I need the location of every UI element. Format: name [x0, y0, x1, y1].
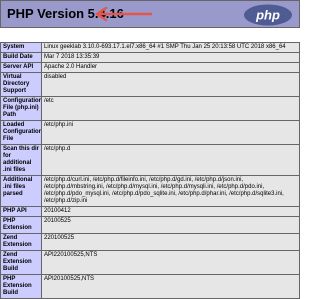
row-value: 20100412	[41, 206, 300, 217]
php-logo-text: php	[255, 8, 280, 23]
row-key: PHP API	[0, 206, 42, 217]
table-row: Zend Extension Build API220100525,NTS	[0, 250, 300, 275]
row-value: 20100525	[41, 216, 300, 234]
table-row: Server API Apache 2.0 Handler	[0, 62, 300, 73]
table-row: PHP Extension 20100525	[0, 216, 300, 234]
row-key: Zend Extension	[0, 233, 42, 251]
table-row: Additional .ini files parsed/etc/php.d/c…	[0, 175, 300, 207]
row-value: /etc/php.ini	[41, 120, 300, 145]
table-row: Zend Extension 220100525	[0, 233, 300, 251]
row-key: Zend Extension Build	[0, 250, 42, 275]
row-value: /etc	[41, 96, 300, 121]
row-value: Apache 2.0 Handler	[41, 62, 300, 73]
table-row: PHP Extension Build API20100525,NTS	[0, 274, 300, 299]
table-row: Configuration File (php.ini) Path/etc	[0, 96, 300, 121]
row-key: Build Date	[0, 52, 42, 63]
row-value: Linux geeklab 3.10.0-693.17.1.el7.x86_64…	[41, 42, 300, 53]
table-row: Virtual Directory Support disabled	[0, 72, 300, 97]
row-value: Mar 7 2018 13:35:39	[41, 52, 300, 63]
left-arrow-icon	[95, 7, 153, 21]
row-value: 220100525	[41, 233, 300, 251]
table-row: Build Date Mar 7 2018 13:35:39	[0, 52, 300, 63]
row-value: /etc/php.d/curl.ini, /etc/php.d/fileinfo…	[41, 175, 300, 207]
row-key: Scan this dir for additional .ini files	[0, 144, 42, 176]
row-key: System	[0, 42, 42, 53]
row-key: PHP Extension Build	[0, 274, 42, 299]
table-row: Scan this dir for additional .ini files /…	[0, 144, 300, 176]
row-key: Loaded Configuration File	[0, 120, 42, 145]
row-key: Additional .ini files parsed	[0, 175, 42, 207]
phpinfo-page: PHP Version 5.4.16 php System Linux geekl…	[0, 0, 300, 299]
row-key: PHP Extension	[0, 216, 42, 234]
php-version-banner: PHP Version 5.4.16 php	[0, 0, 300, 28]
php-logo-icon: php	[244, 4, 292, 26]
row-key: Virtual Directory Support	[0, 72, 42, 97]
row-value: disabled	[41, 72, 300, 97]
table-row: Loaded Configuration File/etc/php.ini	[0, 120, 300, 145]
row-value: API220100525,NTS	[41, 250, 300, 275]
row-value: /etc/php.d	[41, 144, 300, 176]
table-row: System Linux geeklab 3.10.0-693.17.1.el7.…	[0, 42, 300, 53]
row-key: Configuration File (php.ini) Path	[0, 96, 42, 121]
table-row: PHP API 20100412	[0, 206, 300, 217]
php-info-table: System Linux geeklab 3.10.0-693.17.1.el7.…	[0, 42, 300, 299]
row-value: API20100525,NTS	[41, 274, 300, 299]
row-key: Server API	[0, 62, 42, 73]
